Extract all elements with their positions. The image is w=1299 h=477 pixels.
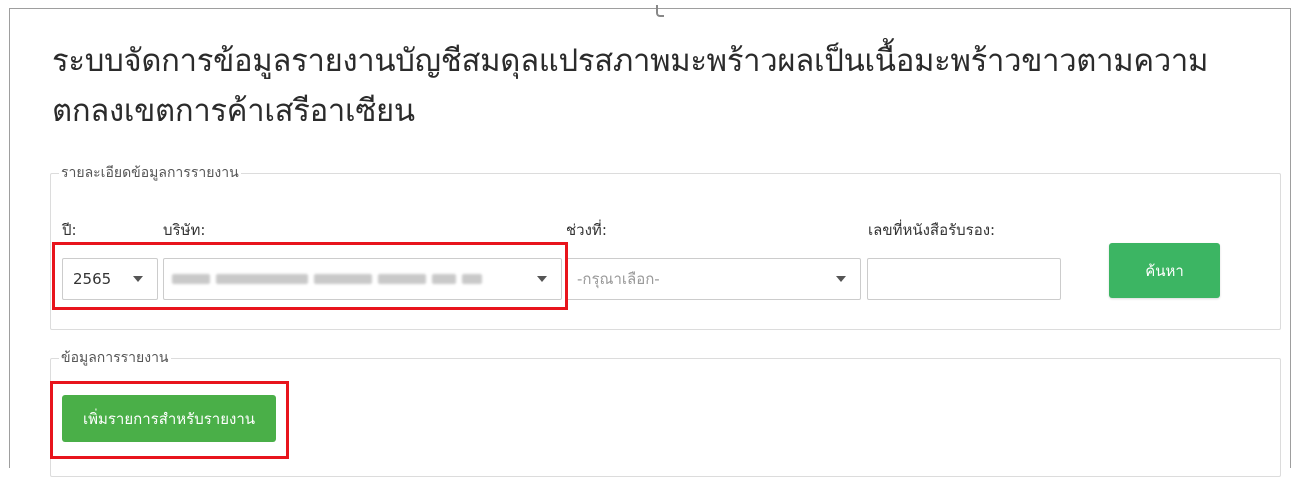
period-label: ช่วงที่: (566, 221, 607, 239)
report-details-legend: รายละเอียดข้อมูลการรายงาน (61, 165, 239, 181)
page-title: ระบบจัดการข้อมูลรายงานบัญชีสมดุลแปรสภาพม… (52, 43, 1209, 129)
period-select[interactable]: -กรุณาเลือก- (566, 258, 861, 300)
highlight-box-add-button (50, 381, 289, 459)
search-button[interactable]: ค้นหา (1109, 243, 1220, 298)
chevron-down-icon (836, 276, 846, 282)
certificate-label: เลขที่หนังสือรับรอง: (868, 221, 996, 239)
top-mark (656, 5, 664, 17)
certificate-number-input[interactable] (867, 258, 1061, 300)
report-info-legend: ข้อมูลการรายงาน (61, 350, 169, 366)
year-label: ปี: (62, 221, 77, 239)
highlight-box-year-company (52, 242, 568, 310)
period-select-placeholder: -กรุณาเลือก- (577, 270, 660, 288)
company-label: บริษัท: (163, 221, 206, 239)
